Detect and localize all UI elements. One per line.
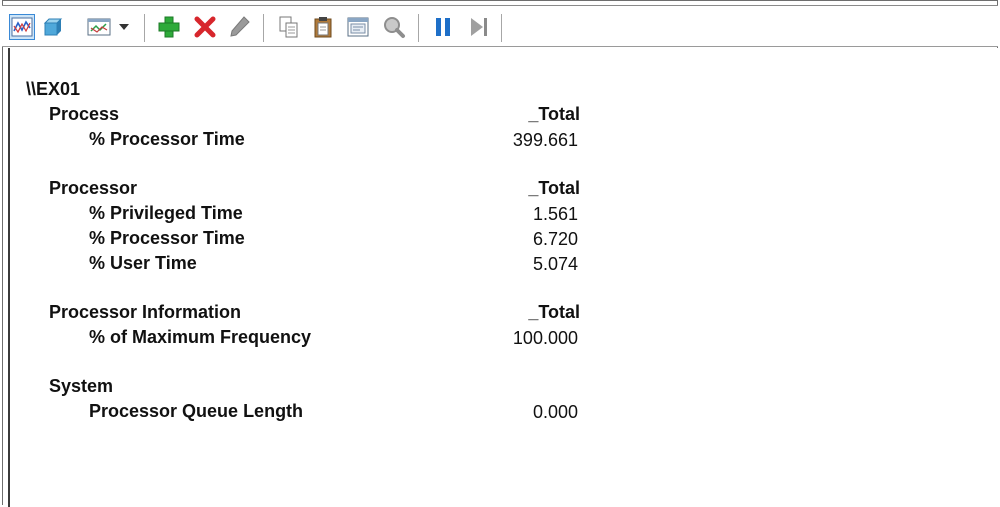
counter-name: % User Time xyxy=(89,253,197,273)
freeze-display-button[interactable] xyxy=(430,14,456,40)
toolbar-separator xyxy=(501,14,502,42)
object-name: System xyxy=(49,376,114,396)
change-graph-type-button[interactable] xyxy=(86,14,112,40)
copy-properties-button[interactable] xyxy=(276,14,302,40)
report-view: \\EX01 Process _Total % Processor Time 3… xyxy=(8,48,1000,507)
toolbar-separator xyxy=(144,14,145,42)
report-icon xyxy=(87,18,111,36)
object-name: Processor xyxy=(49,178,138,198)
copy-icon xyxy=(279,16,298,38)
properties-button[interactable] xyxy=(345,14,371,40)
counter-value: 6.720 xyxy=(532,229,578,249)
counter-name: % Processor Time xyxy=(89,228,245,248)
update-data-button[interactable] xyxy=(466,14,492,40)
instance-name: _Total xyxy=(528,104,580,124)
toolbar-separator xyxy=(418,14,419,42)
counter-name: % of Maximum Frequency xyxy=(89,327,312,347)
counter-name: % Processor Time xyxy=(89,129,245,149)
paste-icon xyxy=(314,17,332,38)
counter-value: 1.561 xyxy=(532,204,578,224)
magnifier-icon xyxy=(384,17,405,38)
counter-value: 0.000 xyxy=(532,402,578,422)
instance-name: _Total xyxy=(528,302,580,322)
properties-icon xyxy=(347,17,369,37)
view-graph-button[interactable] xyxy=(9,14,35,40)
object-name: Process xyxy=(49,104,120,124)
counter-value: 100.000 xyxy=(512,328,578,348)
zoom-button[interactable] xyxy=(381,14,407,40)
plus-icon xyxy=(158,16,180,38)
toolbar-separator xyxy=(263,14,264,42)
graph-type-dropdown[interactable] xyxy=(115,14,133,40)
add-counter-button[interactable] xyxy=(156,14,182,40)
close-icon xyxy=(194,16,216,38)
instance-name: _Total xyxy=(528,178,580,198)
view-histogram-button[interactable] xyxy=(40,14,66,40)
step-icon xyxy=(471,18,487,36)
histogram-icon xyxy=(43,18,63,36)
computer-name: \\EX01 xyxy=(26,79,81,99)
paste-counter-list-button[interactable] xyxy=(310,14,336,40)
counter-name: Processor Queue Length xyxy=(89,401,304,421)
object-name: Processor Information xyxy=(49,302,242,322)
counter-value: 5.074 xyxy=(532,254,578,274)
counter-value: 399.661 xyxy=(512,130,578,150)
pencil-icon xyxy=(230,16,250,37)
toolbar xyxy=(2,5,998,47)
delete-counter-button[interactable] xyxy=(192,14,218,40)
counter-name: % Privileged Time xyxy=(89,203,243,223)
pause-icon xyxy=(436,18,450,36)
graph-icon xyxy=(11,17,33,37)
chevron-down-icon xyxy=(119,24,129,30)
highlight-button[interactable] xyxy=(226,14,252,40)
